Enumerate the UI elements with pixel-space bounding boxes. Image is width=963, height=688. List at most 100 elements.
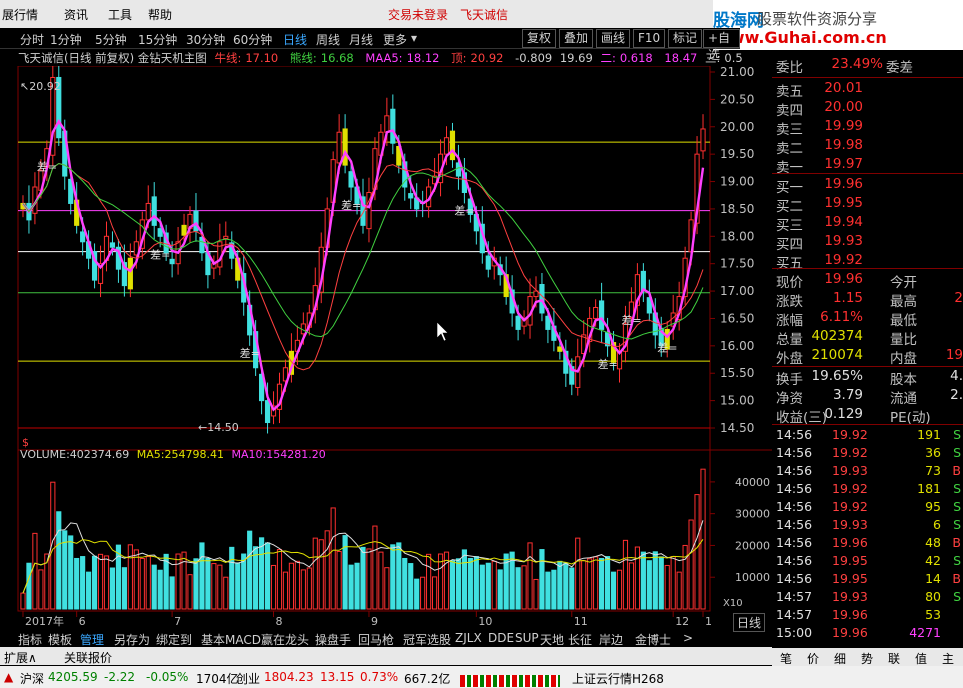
indicator-tab[interactable]: 操盘手: [315, 631, 351, 648]
ask-row[interactable]: 卖五 20.01: [772, 80, 963, 100]
related-quote-tab[interactable]: 关联报价: [64, 649, 112, 666]
candle-body: [443, 137, 450, 155]
vol-y-tick-label: 30000: [735, 508, 770, 521]
feed-source: 上证云行情H268: [572, 672, 664, 686]
volume-bar: [193, 558, 199, 610]
quote-tab[interactable]: 价: [807, 650, 819, 667]
indicator-tab[interactable]: 另存为: [114, 631, 150, 648]
candle-body: [181, 224, 187, 236]
cy-amount: 667.2亿: [404, 672, 451, 686]
divider: [772, 424, 963, 425]
volume-bar: [276, 549, 283, 610]
period-5min[interactable]: 5分钟: [95, 31, 127, 48]
mark-button[interactable]: 标记: [668, 29, 703, 48]
indicator-tab[interactable]: 模板: [48, 631, 72, 648]
tick-price: 19.93: [832, 517, 868, 532]
period-1min[interactable]: 1分钟: [50, 31, 82, 48]
indicator-tab[interactable]: 管理: [80, 631, 104, 648]
indicator-tab[interactable]: 指标: [18, 631, 42, 648]
tick-direction: B: [952, 535, 961, 550]
period-daily[interactable]: 日线: [283, 31, 307, 48]
quote-tab[interactable]: 主: [942, 650, 954, 667]
candle-body: [157, 228, 163, 237]
period-60min[interactable]: 60分钟: [233, 31, 272, 48]
volume-bar: [217, 564, 223, 610]
overlay-button[interactable]: 叠加: [559, 29, 594, 48]
period-timeshare[interactable]: 分时: [20, 31, 44, 48]
indicator-tab[interactable]: SUP: [515, 631, 539, 645]
chevron-down-icon[interactable]: ▾: [411, 31, 417, 45]
bid-row[interactable]: 买三 19.94: [772, 214, 963, 234]
indicator-tab[interactable]: ZJLX: [455, 631, 482, 645]
period-weekly[interactable]: 周线: [316, 31, 340, 48]
period-label-right[interactable]: 日线: [733, 613, 766, 632]
menu-market[interactable]: 展行情: [2, 6, 38, 23]
cy-index: 1804.23: [264, 670, 314, 684]
watermark-slogan: 股票软件资源分享: [757, 10, 878, 28]
indicator-tab[interactable]: 岸边: [599, 631, 623, 648]
candle-body: [264, 400, 271, 424]
volume-bar: [181, 551, 187, 610]
indicator-tab[interactable]: DDE: [488, 631, 514, 645]
y-tick-label: 17.50: [720, 257, 754, 271]
menu-tools[interactable]: 工具: [108, 6, 132, 23]
weibi-label: 委比: [776, 60, 803, 76]
tick-direction: B: [952, 571, 961, 586]
quote-tab[interactable]: 联: [888, 650, 900, 667]
diff-marker: 差=: [454, 203, 474, 217]
dollar-icon: $: [22, 436, 29, 449]
tick-price: 19.96: [832, 535, 868, 550]
maa5-value: 18.12: [406, 51, 440, 65]
menu-news[interactable]: 资讯: [64, 6, 88, 23]
quote-tab[interactable]: 笔: [780, 650, 792, 667]
indicator-tab[interactable]: 长征: [568, 631, 592, 648]
draw-line-button[interactable]: 画线: [596, 29, 631, 48]
period-more[interactable]: 更多: [383, 31, 407, 48]
indicator-tab[interactable]: 赢在龙头: [261, 631, 309, 648]
menu-help[interactable]: 帮助: [148, 6, 172, 23]
expand-tab[interactable]: 扩展∧: [4, 649, 37, 666]
tick-time: 15:00: [776, 625, 813, 640]
ask-row[interactable]: 卖二 19.98: [772, 137, 963, 157]
y-tick-label: 18.00: [720, 229, 754, 243]
quote-tab[interactable]: 细: [834, 650, 846, 667]
add-watchlist-button[interactable]: +自选: [703, 29, 740, 62]
indicator-tab[interactable]: 回马枪: [358, 631, 394, 648]
tick-volume: 14: [925, 571, 941, 586]
login-status[interactable]: 交易未登录: [388, 6, 448, 23]
volume-bar: [97, 553, 104, 610]
ask-row[interactable]: 卖三 19.99: [772, 118, 963, 138]
tick-row: 14:56 19.96 48 B: [772, 535, 963, 553]
tick-volume: 95: [925, 499, 941, 514]
bid-row[interactable]: 买一 19.96: [772, 176, 963, 196]
f10-button[interactable]: F10: [633, 29, 666, 48]
indicator-tab[interactable]: 基本MACD: [201, 631, 261, 648]
er-label: 二:: [600, 51, 616, 65]
period-30min[interactable]: 30分钟: [186, 31, 225, 48]
stat-value-2: 2: [954, 290, 963, 306]
quote-tab[interactable]: 势: [861, 650, 873, 667]
period-15min[interactable]: 15分钟: [138, 31, 177, 48]
candle-body: [342, 128, 348, 166]
bid-row[interactable]: 买二 19.95: [772, 195, 963, 215]
tick-time: 14:56: [776, 427, 813, 442]
quote-tab[interactable]: 值: [915, 650, 927, 667]
kline-chart[interactable]: 21.00 20.50 20.00 19.50 19.00 18.50 18.00 17.50…: [0, 66, 772, 629]
indicator-tab[interactable]: >: [683, 631, 693, 645]
y-tick-label: 16.50: [720, 311, 754, 325]
period-monthly[interactable]: 月线: [349, 31, 373, 48]
bid-row[interactable]: 买四 19.93: [772, 233, 963, 253]
volume-bar: [449, 560, 456, 610]
adjust-button[interactable]: 复权: [522, 29, 557, 48]
indicator-tab[interactable]: 金博士: [635, 631, 671, 648]
vol-ma5-value: 254798.41: [165, 448, 225, 461]
indicator-tab[interactable]: 冠军选股: [403, 631, 451, 648]
indicator-tab[interactable]: 绑定到: [156, 631, 192, 648]
tick-volume: 48: [925, 535, 941, 550]
cy-label: 创业: [236, 672, 261, 686]
ask-row[interactable]: 卖四 20.00: [772, 99, 963, 119]
indicator-tab[interactable]: 天地: [540, 631, 564, 648]
volume-bar: [336, 550, 342, 610]
y-tick-label: 14.50: [720, 421, 754, 435]
volume-unit: X10: [723, 598, 743, 609]
